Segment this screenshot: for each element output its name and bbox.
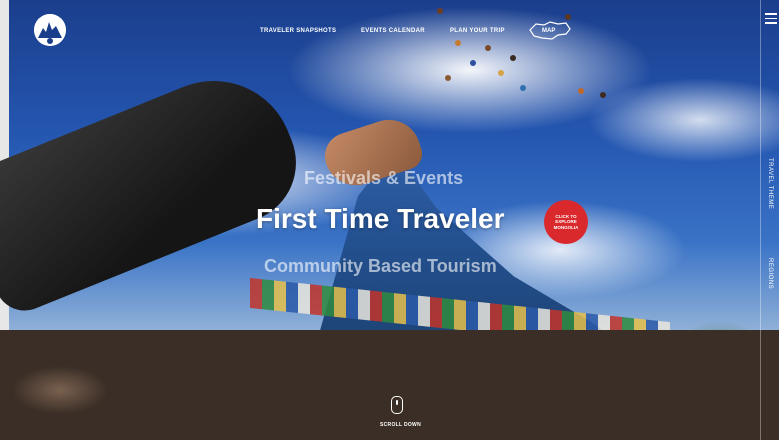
confetti [510, 55, 516, 61]
scroll-down-label[interactable]: SCROLL DOWN [380, 422, 421, 428]
confetti [578, 88, 584, 94]
confetti [520, 85, 526, 91]
headline-first-time-traveler[interactable]: First Time Traveler [256, 203, 505, 235]
mouse-scroll-icon[interactable] [391, 396, 403, 414]
confetti [600, 92, 606, 98]
side-divider [760, 0, 761, 440]
nav-plan-your-trip[interactable]: PLAN YOUR TRIP [450, 28, 505, 34]
confetti [485, 45, 491, 51]
headline-community-based-tourism[interactable]: Community Based Tourism [264, 256, 497, 277]
cta-line-3: MONGOLIA [553, 224, 579, 230]
side-link-travel-themes[interactable]: TRAVEL THEME [767, 158, 773, 209]
confetti [498, 70, 504, 76]
confetti [455, 40, 461, 46]
side-link-regions[interactable]: REGIONS [767, 258, 773, 289]
headline-festivals-events[interactable]: Festivals & Events [304, 168, 463, 189]
mongolia-logo-icon [34, 14, 66, 46]
nav-traveler-snapshots[interactable]: TRAVELER SNAPSHOTS [260, 28, 336, 34]
logo-icon[interactable] [34, 14, 66, 46]
map-button[interactable]: MAP [528, 20, 572, 42]
map-label: MAP [542, 28, 556, 34]
confetti [470, 60, 476, 66]
confetti [437, 8, 443, 14]
confetti [445, 75, 451, 81]
nav-events-calendar[interactable]: EVENTS CALENDAR [361, 28, 425, 34]
explore-mongolia-button[interactable]: CLICK TO EXPLORE MONGOLIA [544, 200, 588, 244]
hero-banner: TRAVELER SNAPSHOTS EVENTS CALENDAR PLAN … [0, 0, 779, 440]
hamburger-icon[interactable] [765, 10, 777, 24]
